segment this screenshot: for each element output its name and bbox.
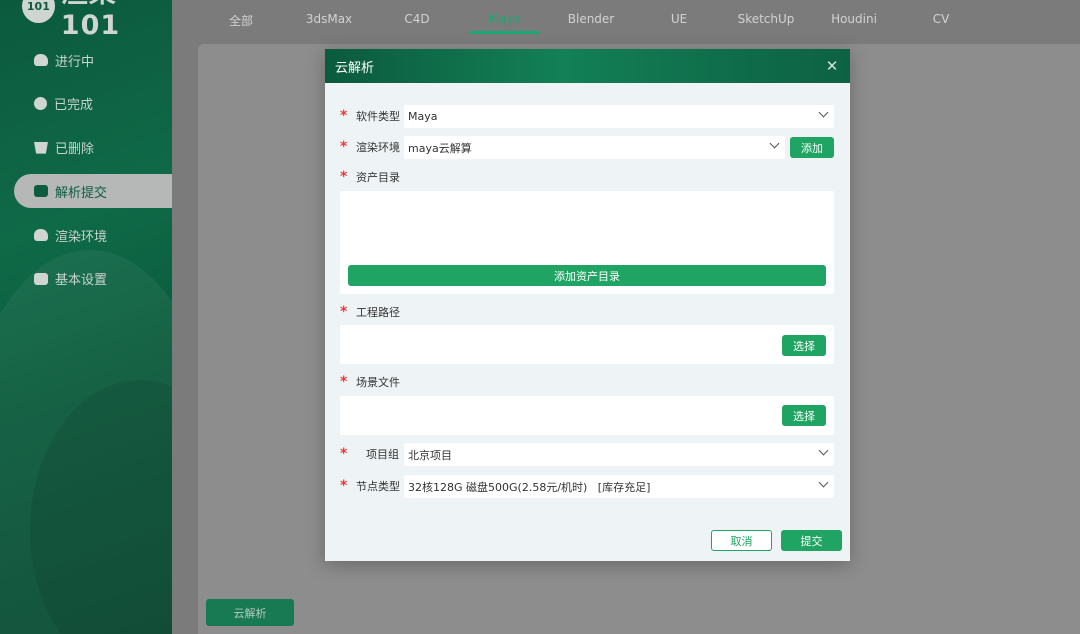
node-type-row: * 节点类型	[340, 478, 404, 494]
logo-text: 渲染101	[60, 0, 121, 41]
required-mark: *	[340, 169, 348, 185]
project-path-row: * 工程路径	[340, 304, 404, 320]
sidebar-item-parse-submit[interactable]: 解析提交	[14, 174, 172, 209]
scene-file-row: * 场景文件	[340, 374, 404, 390]
required-mark: *	[340, 446, 348, 462]
sidebar-item-label: 解析提交	[55, 185, 108, 201]
tab-c4d[interactable]: C4D	[382, 12, 452, 26]
node-type-value: 32核128G 磁盘500G(2.58元/机时) [库存充足]	[408, 480, 651, 494]
render-env-select[interactable]: maya云解算	[404, 136, 785, 159]
project-group-row: * 项目组	[340, 446, 404, 462]
tab-ue[interactable]: UE	[644, 12, 714, 26]
logo-mark: 101	[22, 0, 55, 23]
required-mark: *	[340, 304, 348, 320]
choose-project-path-button[interactable]: 选择	[782, 335, 826, 356]
box-icon	[34, 272, 48, 285]
dialog-title: 云解析	[335, 60, 375, 76]
sidebar-item-label: 已删除	[55, 142, 95, 158]
tab-cv[interactable]: CV	[906, 12, 976, 26]
required-mark: *	[340, 139, 348, 155]
asset-dir-row: * 资产目录	[340, 169, 404, 185]
tab-all[interactable]: 全部	[206, 12, 276, 29]
required-mark: *	[340, 478, 348, 494]
software-type-select[interactable]: Maya	[404, 105, 834, 128]
sidebar-item-label: 基本设置	[55, 273, 108, 289]
cloud-parse-dialog: 云解析 ✕ * 软件类型 Maya * 渲染环境 maya云解算 添加 * 资产…	[325, 49, 850, 561]
chevron-down-icon	[818, 445, 829, 456]
cancel-button[interactable]: 取消	[711, 530, 772, 551]
sidebar-item-deleted[interactable]: 已删除	[0, 131, 172, 165]
render-env-label: 渲染环境	[356, 141, 400, 154]
add-env-button[interactable]: 添加	[790, 137, 834, 158]
chevron-down-icon	[769, 138, 780, 149]
project-path-field[interactable]	[340, 325, 834, 364]
tab-blender[interactable]: Blender	[556, 12, 626, 26]
sidebar-nav: 进行中 已完成 已删除 解析提交 渲染环境 基本设置	[0, 43, 172, 306]
sidebar-item-completed[interactable]: 已完成	[0, 87, 172, 121]
software-type-label: 软件类型	[356, 110, 400, 123]
software-tabs: 全部 3dsMax C4D Maya Blender UE SketchUp H…	[172, 0, 1080, 40]
active-tab-indicator	[470, 31, 540, 34]
tab-3dsmax[interactable]: 3dsMax	[294, 12, 364, 26]
required-mark: *	[340, 374, 348, 390]
project-path-label: 工程路径	[356, 306, 400, 319]
render-env-value: maya云解算	[408, 141, 472, 155]
node-type-label: 节点类型	[356, 480, 400, 493]
project-group-value: 北京项目	[408, 448, 452, 462]
asset-dir-label: 资产目录	[356, 171, 400, 184]
project-group-select[interactable]: 北京项目	[404, 443, 834, 466]
node-type-select[interactable]: 32核128G 磁盘500G(2.58元/机时) [库存充足]	[404, 475, 834, 498]
cloud-icon	[34, 54, 48, 66]
cloud-parse-button[interactable]: 云解析	[206, 599, 294, 626]
tab-maya[interactable]: Maya	[470, 12, 540, 26]
scene-file-label: 场景文件	[356, 376, 400, 389]
dialog-header: 云解析 ✕	[325, 49, 850, 83]
chevron-down-icon	[818, 477, 829, 488]
software-type-row: * 软件类型	[340, 108, 404, 124]
project-group-label: 项目组	[366, 448, 399, 461]
sidebar-item-label: 渲染环境	[55, 229, 108, 245]
sidebar-item-label: 进行中	[55, 54, 95, 70]
sidebar: 101 渲染101 进行中 已完成 已删除 解析提交 渲染环境 基本设置	[0, 0, 172, 634]
sidebar-item-label: 已完成	[54, 98, 94, 114]
render-env-row: * 渲染环境	[340, 139, 404, 155]
cloud-icon	[34, 229, 48, 242]
submit-button[interactable]: 提交	[781, 530, 842, 551]
required-mark: *	[340, 108, 348, 124]
camera-icon	[34, 185, 48, 198]
close-icon[interactable]: ✕	[824, 58, 840, 74]
add-asset-dir-button[interactable]: 添加资产目录	[348, 265, 826, 286]
sidebar-item-settings[interactable]: 基本设置	[0, 262, 172, 296]
choose-scene-file-button[interactable]: 选择	[782, 405, 826, 426]
tab-houdini[interactable]: Houdini	[819, 12, 889, 26]
trash-icon	[34, 141, 48, 154]
scene-file-field[interactable]	[340, 396, 834, 435]
tab-sketchup[interactable]: SketchUp	[731, 12, 801, 26]
software-type-value: Maya	[408, 110, 438, 123]
app-logo: 101 渲染101	[22, 0, 172, 41]
sidebar-item-render-env[interactable]: 渲染环境	[0, 218, 172, 252]
chevron-down-icon	[818, 107, 829, 118]
check-icon	[34, 97, 47, 111]
sidebar-item-in-progress[interactable]: 进行中	[0, 43, 172, 77]
